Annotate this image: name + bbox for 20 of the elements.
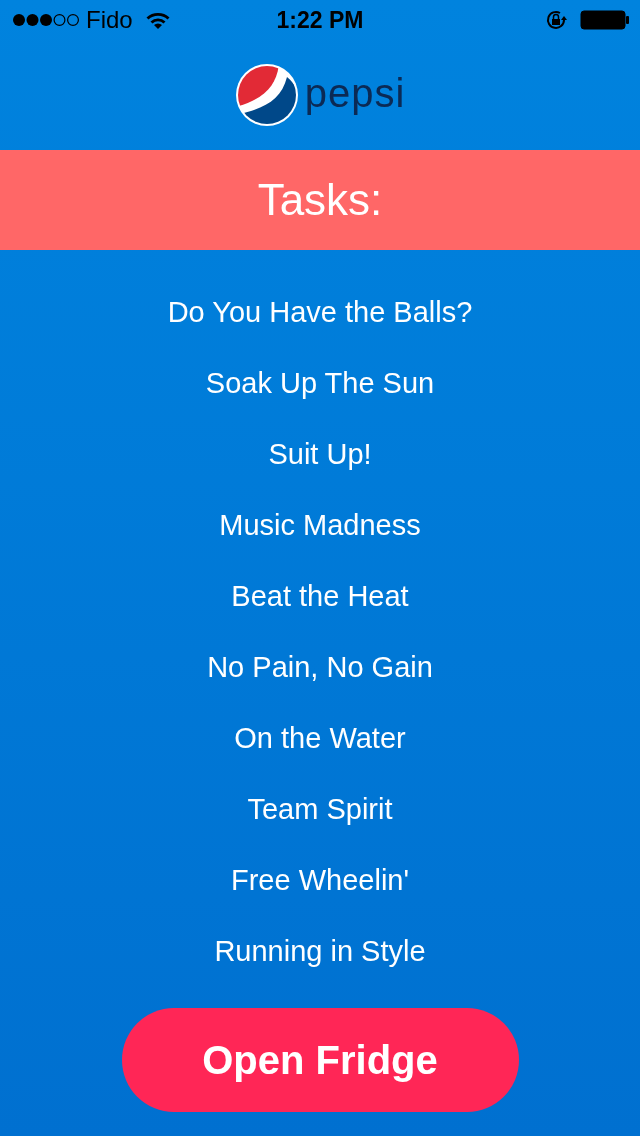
task-link[interactable]: Suit Up! xyxy=(268,438,372,471)
rotation-lock-icon xyxy=(544,8,568,32)
globe-logo-icon xyxy=(234,63,299,127)
signal-icon xyxy=(12,13,80,27)
task-link[interactable]: Running in Style xyxy=(214,935,426,968)
task-link[interactable]: Beat the Heat xyxy=(231,580,409,613)
task-link[interactable]: Music Madness xyxy=(219,509,421,542)
open-fridge-button[interactable]: Open Fridge xyxy=(121,1008,519,1112)
clock-time: 1:22 PM xyxy=(276,6,364,34)
task-link[interactable]: Soak Up The Sun xyxy=(205,367,435,400)
task-link[interactable]: Free Wheelin' xyxy=(231,864,409,897)
wifi-icon xyxy=(144,10,171,30)
task-link[interactable]: On the Water xyxy=(234,722,406,755)
battery-icon xyxy=(580,10,630,30)
carrier-name: Fido xyxy=(86,6,133,34)
brand-wordmark: pepsi xyxy=(304,70,406,116)
task-link[interactable]: Team Spirit xyxy=(247,793,393,826)
task-link[interactable]: No Pain, No Gain xyxy=(207,651,433,684)
task-link[interactable]: Do You Have the Balls? xyxy=(167,296,473,329)
banner-title: Tasks: xyxy=(257,175,383,225)
